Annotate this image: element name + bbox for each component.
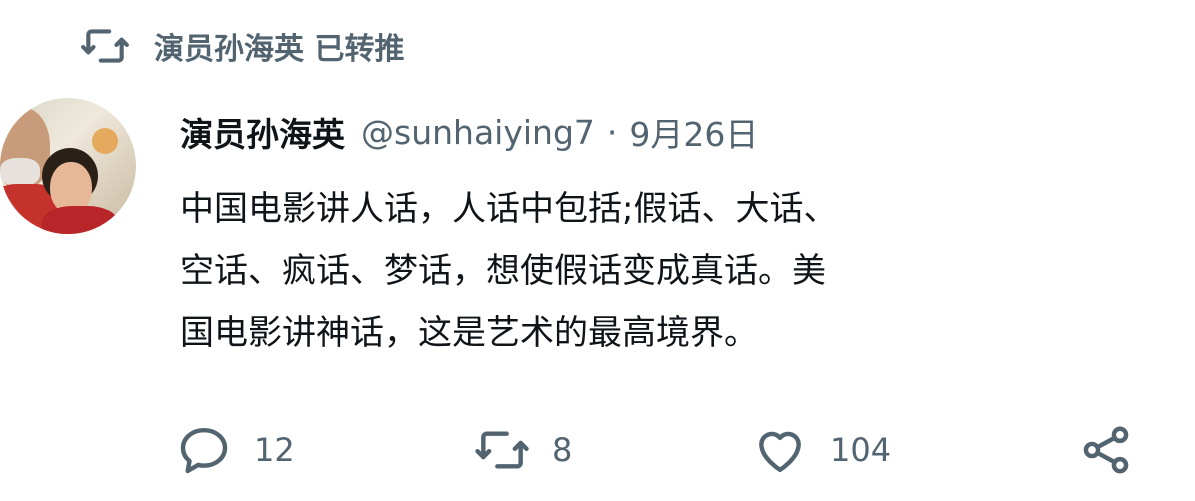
like-count: 104: [830, 431, 892, 469]
header-separator: ·: [606, 112, 618, 152]
tweet-actions: 12 8 104: [0, 415, 1195, 485]
retweet-icon: [81, 29, 129, 63]
user-handle[interactable]: @sunhaiying7: [361, 113, 595, 152]
retweet-button[interactable]: 8: [474, 415, 572, 485]
retweet-count: 8: [552, 431, 573, 469]
tweet-header: 演员孙海英 @sunhaiying7 · 9月26日: [180, 104, 758, 160]
retweet-icon: [475, 431, 529, 469]
tweet-text-line: 国电影讲神话，这是艺术的最高境界。: [180, 313, 758, 353]
like-button[interactable]: 104: [752, 415, 891, 485]
tweet-text-line: 空话、疯话、梦话，想使假话变成真话。美: [180, 251, 826, 291]
tweet-text: 中国电影讲人话，人话中包括;假话、大话、 空话、疯话、梦话，想使假话变成真话。美…: [180, 178, 1160, 364]
tweet-date[interactable]: 9月26日: [629, 108, 758, 156]
reply-button[interactable]: 12: [176, 415, 295, 485]
display-name[interactable]: 演员孙海英: [180, 108, 345, 156]
share-icon: [1083, 426, 1129, 474]
heart-icon: [759, 431, 801, 473]
tweet-text-line: 中国电影讲人话，人话中包括;假话、大话、: [180, 189, 838, 229]
avatar[interactable]: [0, 98, 136, 234]
retweeted-by-label: 演员孙海英 已转推: [154, 32, 405, 67]
reply-count: 12: [254, 431, 295, 469]
reply-icon: [180, 427, 228, 474]
share-button[interactable]: [1078, 415, 1134, 485]
retweeted-by-header[interactable]: 演员孙海英 已转推: [80, 18, 404, 74]
